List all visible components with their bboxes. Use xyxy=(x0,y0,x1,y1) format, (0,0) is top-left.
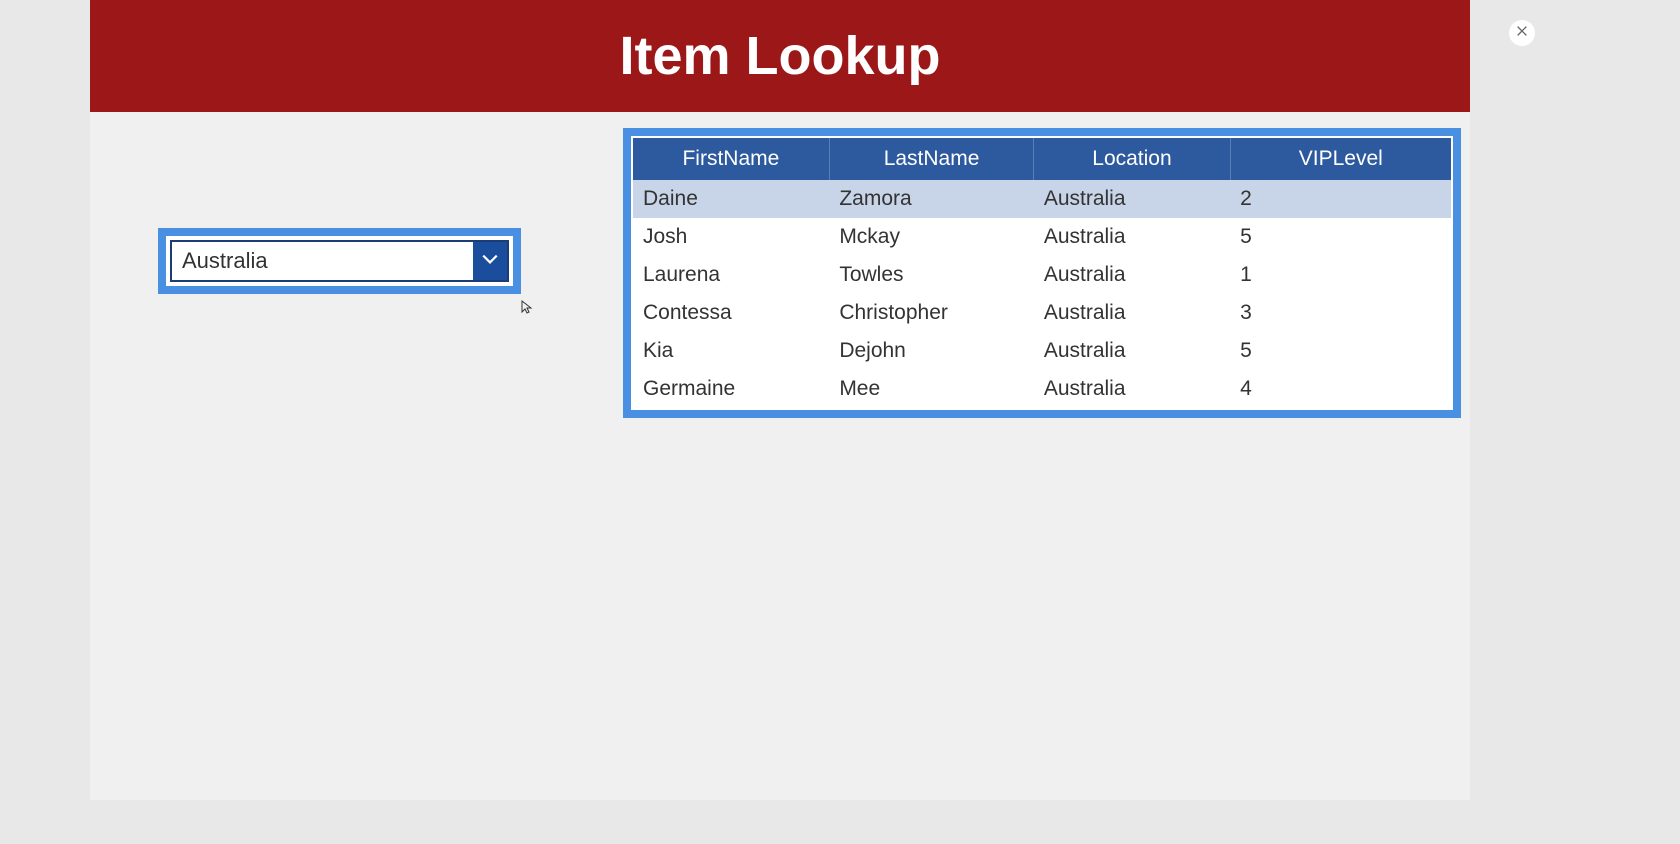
content-area: Australia FirstName LastName Locat xyxy=(90,112,1470,800)
page-title: Item Lookup xyxy=(620,25,941,87)
cell-viplevel: 5 xyxy=(1230,218,1451,256)
cell-location: Australia xyxy=(1034,256,1230,294)
dropdown-selected-text: Australia xyxy=(172,248,473,274)
cell-viplevel: 5 xyxy=(1230,332,1451,370)
chevron-down-icon xyxy=(481,250,499,273)
main-panel: Item Lookup Australia Fi xyxy=(90,0,1470,800)
cell-viplevel: 4 xyxy=(1230,370,1451,408)
cell-viplevel: 1 xyxy=(1230,256,1451,294)
column-header-location[interactable]: Location xyxy=(1034,138,1230,180)
cell-lastname: Mee xyxy=(829,370,1034,408)
cell-lastname: Zamora xyxy=(829,180,1034,218)
cursor-icon xyxy=(520,299,536,320)
cell-firstname: Daine xyxy=(633,180,829,218)
table-row[interactable]: DaineZamoraAustralia2 xyxy=(633,180,1451,218)
location-dropdown[interactable]: Australia xyxy=(170,240,509,282)
column-header-viplevel[interactable]: VIPLevel xyxy=(1230,138,1451,180)
cell-lastname: Towles xyxy=(829,256,1034,294)
cell-firstname: Kia xyxy=(633,332,829,370)
column-header-lastname[interactable]: LastName xyxy=(829,138,1034,180)
table-row[interactable]: ContessaChristopherAustralia3 xyxy=(633,294,1451,332)
cell-firstname: Josh xyxy=(633,218,829,256)
cell-lastname: Christopher xyxy=(829,294,1034,332)
column-header-firstname[interactable]: FirstName xyxy=(633,138,829,180)
cell-firstname: Laurena xyxy=(633,256,829,294)
cell-viplevel: 3 xyxy=(1230,294,1451,332)
cell-firstname: Germaine xyxy=(633,370,829,408)
table-row[interactable]: KiaDejohnAustralia5 xyxy=(633,332,1451,370)
table-row[interactable]: GermaineMeeAustralia4 xyxy=(633,370,1451,408)
cell-lastname: Dejohn xyxy=(829,332,1034,370)
table-header-row: FirstName LastName Location VIPLevel xyxy=(633,138,1451,180)
results-table: FirstName LastName Location VIPLevel Dai… xyxy=(633,138,1451,408)
table-row[interactable]: JoshMckayAustralia5 xyxy=(633,218,1451,256)
header: Item Lookup xyxy=(90,0,1470,112)
cell-location: Australia xyxy=(1034,180,1230,218)
cell-location: Australia xyxy=(1034,332,1230,370)
close-button[interactable] xyxy=(1509,20,1535,46)
cell-location: Australia xyxy=(1034,370,1230,408)
dropdown-arrow-button[interactable] xyxy=(473,242,507,280)
cell-location: Australia xyxy=(1034,218,1230,256)
location-dropdown-container: Australia xyxy=(158,228,521,294)
close-icon xyxy=(1515,24,1529,43)
cell-lastname: Mckay xyxy=(829,218,1034,256)
cell-viplevel: 2 xyxy=(1230,180,1451,218)
cell-firstname: Contessa xyxy=(633,294,829,332)
cell-location: Australia xyxy=(1034,294,1230,332)
table-row[interactable]: LaurenaTowlesAustralia1 xyxy=(633,256,1451,294)
results-table-container: FirstName LastName Location VIPLevel Dai… xyxy=(623,128,1461,418)
